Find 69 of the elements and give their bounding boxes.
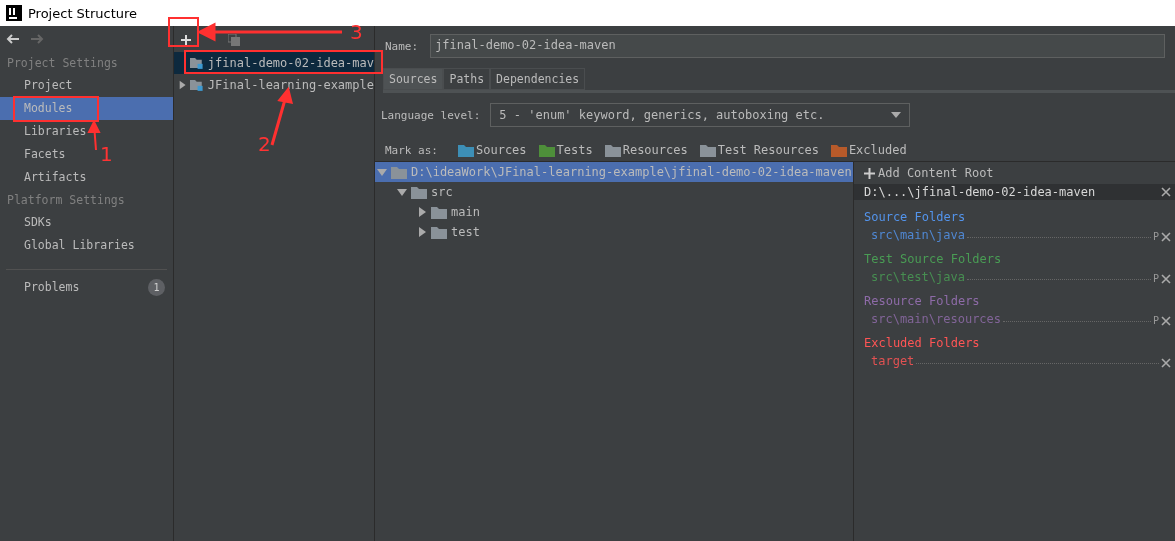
folder-group-title: Resource Folders [863, 293, 981, 308]
back-arrow-icon[interactable] [6, 32, 20, 46]
section-heading: Platform Settings [6, 192, 126, 209]
mark-as-button[interactable]: Test Resources [699, 143, 819, 157]
mark-as-button[interactable]: Excluded [830, 143, 907, 157]
section-heading: Project Settings [6, 55, 119, 72]
annotation-number: 2 [258, 132, 271, 156]
module-item[interactable]: JFinal-learning-example [174, 74, 374, 96]
sidebar-item[interactable]: SDKs [0, 211, 56, 234]
mark-as-button[interactable]: Tests [538, 143, 593, 157]
package-prefix-button[interactable]: P [1152, 231, 1159, 242]
close-icon[interactable] [1161, 187, 1171, 197]
folder-group-title: Source Folders [863, 209, 967, 224]
content-root-path: D:\...\jfinal-demo-02-idea-maven [864, 185, 1096, 199]
language-level-label: Language level: [381, 108, 481, 122]
close-icon[interactable] [1161, 232, 1171, 242]
folder-icon [458, 143, 474, 157]
mark-as-button[interactable]: Resources [604, 143, 688, 157]
add-content-root-button[interactable]: Add Content Root [854, 162, 1175, 184]
sidebar-item[interactable]: Artifacts [0, 166, 91, 189]
folder-icon [699, 143, 716, 157]
problems-item[interactable]: Problems [24, 280, 80, 294]
sidebar-item[interactable]: Global Libraries [0, 234, 139, 257]
language-level-dropdown[interactable]: 5 - 'enum' keyword, generics, autoboxing etc. [490, 103, 911, 127]
annotation-number: 3 [350, 20, 363, 44]
tree-row[interactable]: test [375, 222, 853, 242]
add-icon [864, 167, 875, 179]
folder-icon [538, 143, 555, 157]
folder-path: src\main\java [871, 228, 965, 242]
package-prefix-button[interactable]: P [1152, 315, 1159, 326]
tree-row[interactable]: src [375, 182, 853, 202]
count-badge: 1 [148, 278, 165, 296]
folder-path: src\test\java [871, 270, 965, 284]
folder-icon [431, 225, 447, 239]
tab[interactable]: Sources [383, 68, 444, 90]
expand-arrow-icon[interactable] [178, 80, 187, 90]
module-folder-icon [190, 78, 204, 92]
app-logo-icon [6, 5, 22, 21]
mark-as-button[interactable]: Sources [458, 143, 527, 157]
annotation-number: 1 [100, 142, 113, 166]
module-folder-icon [190, 56, 204, 70]
add-icon[interactable] [180, 34, 192, 46]
caret-icon [891, 112, 902, 118]
close-icon[interactable] [1161, 274, 1171, 284]
folder-path: src\main\resources [871, 312, 1002, 326]
module-item[interactable]: jfinal-demo-02-idea-mav [174, 52, 374, 74]
tree-row[interactable]: main [375, 202, 853, 222]
name-field[interactable]: jfinal-demo-02-idea-maven [430, 34, 1165, 58]
folder-icon [604, 143, 621, 157]
folder-icon [391, 165, 407, 179]
folder-icon [431, 205, 447, 219]
tab[interactable]: Dependencies [490, 68, 586, 90]
annotation-arrow [87, 121, 100, 151]
sidebar-item[interactable]: Libraries [0, 120, 91, 143]
name-label: Name: [385, 39, 419, 53]
window-title: Project Structure [28, 5, 138, 21]
package-prefix-button[interactable]: P [1152, 273, 1159, 284]
sidebar-item[interactable]: Facets [0, 143, 70, 166]
close-icon[interactable] [1161, 358, 1171, 368]
tab[interactable]: Paths [443, 68, 491, 90]
highlight-frame [168, 17, 199, 47]
folder-path: target [871, 354, 915, 368]
folder-group-title: Excluded Folders [863, 335, 981, 350]
folder-icon [411, 185, 427, 199]
close-icon[interactable] [1161, 316, 1171, 326]
sidebar-item[interactable]: Project [0, 74, 77, 97]
mark-as-label: Mark as: [385, 143, 438, 157]
folder-icon [830, 143, 847, 157]
folder-group-title: Test Source Folders [863, 251, 1003, 266]
